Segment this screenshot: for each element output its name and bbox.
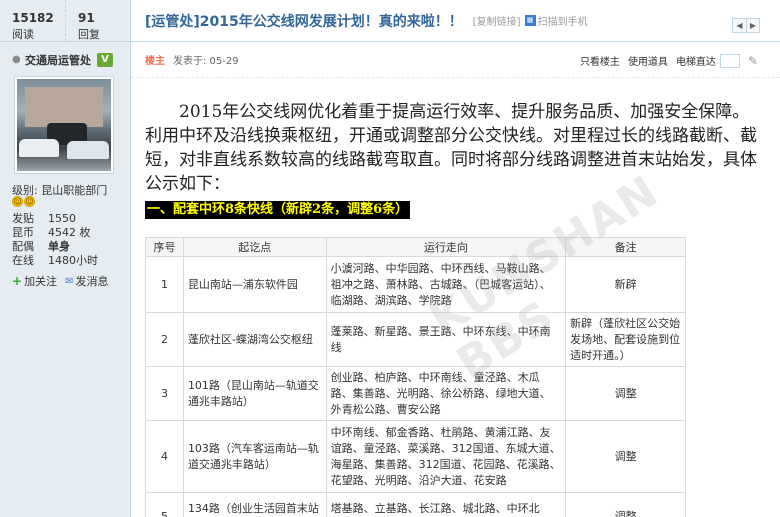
cell-no: 5	[145, 492, 184, 517]
op-label: 楼主	[145, 56, 165, 67]
smiley-icon: ☺	[12, 196, 23, 207]
cell-no: 2	[145, 312, 184, 367]
replies-label: 回复	[78, 28, 100, 41]
post-content: 2015年公交线网优化着重于提高运行效率、提升服务品质、加强安全保障。利用中环及…	[145, 100, 765, 220]
thread-nav: ◀ ▶	[732, 18, 760, 33]
follow-button[interactable]: + 加关注	[12, 273, 57, 289]
table-row: 4 103路（汽车客运南站—轨道交通兆丰路站） 中环南线、郁金香路、杜鹃路、黄浦…	[145, 420, 686, 493]
cell-ends: 134路（创业生活园首末站—汽车客运北站—昆山南站	[182, 492, 327, 517]
author-header: ● 交通局运管处 V	[0, 42, 130, 68]
cell-ends: 蓬欣社区-蝶湖湾公交枢纽	[182, 312, 327, 367]
profile-info: 发贴 1550 昆币 4542 枚 配偶 单身 在线 1480小时	[12, 212, 98, 268]
table-row: 3 101路（昆山南站—轨道交通兆丰路站） 创业路、柏庐路、中环南线、童泾路、木…	[145, 366, 686, 421]
col-header: 序号	[145, 237, 184, 257]
profile-key: 在线	[12, 254, 34, 267]
col-header: 运行走向	[325, 237, 567, 257]
cell-no: 3	[145, 366, 184, 421]
profile-row: 发贴 1550	[12, 212, 98, 226]
table-row: 2 蓬欣社区-蝶湖湾公交枢纽 蓬莱路、新星路、景王路、中环东线、中环南线 新辟（…	[145, 312, 686, 367]
profile-value: 1550	[48, 212, 76, 225]
cell-route: 创业路、柏庐路、中环南线、童泾路、木瓜路、集善路、光明路、徐公桥路、绿地大道、外…	[325, 366, 567, 421]
cell-ends: 101路（昆山南站—轨道交通兆丰路站）	[182, 366, 327, 421]
cell-route: 塔基路、立基路、长江路、城北路、中环北线、青阳西路、东华圆路、人民南路	[325, 492, 567, 517]
post-paragraph: 2015年公交线网优化着重于提高运行效率、提升服务品质、加强安全保障。利用中环及…	[145, 102, 757, 194]
plus-icon: +	[12, 274, 23, 288]
pen-icon[interactable]: ✎	[748, 54, 758, 68]
author-sidebar: 15182 阅读 91 回复 ● 交通局运管处 V 级别: 昆山职能部门 ☺ ☺…	[0, 0, 131, 517]
goto-floor-label: 电梯直达	[675, 57, 716, 68]
cell-note: 新辟	[565, 256, 686, 313]
profile-value: 单身	[48, 240, 70, 253]
avatar-image	[17, 79, 111, 171]
verified-badge: V	[97, 52, 113, 67]
profile-value: 1480小时	[48, 254, 98, 267]
profile-key: 发贴	[12, 212, 34, 225]
message-label: 发消息	[75, 275, 109, 288]
avatar[interactable]	[14, 76, 114, 174]
post-date: 发表于: 05-29	[173, 56, 239, 67]
table-header-row: 序号 起讫点 运行走向 备注	[145, 237, 686, 257]
post-tools: 只看楼主 使用道具 电梯直达 ✎	[580, 53, 758, 68]
profile-row: 配偶 单身	[12, 240, 98, 254]
cell-no: 4	[145, 420, 184, 493]
section-heading: 一、配套中环8条快线（新辟2条，调整6条）	[145, 201, 411, 219]
scan-to-phone-button[interactable]: ▦ 扫描到手机	[524, 13, 588, 28]
profile-key: 昆币	[12, 226, 34, 239]
goto-floor-input[interactable]	[719, 53, 740, 68]
message-button[interactable]: ✉ 发消息	[65, 273, 108, 289]
profile-row: 在线 1480小时	[12, 254, 98, 268]
cell-ends: 103路（汽车客运南站—轨道交通兆丰路站）	[182, 420, 327, 493]
replies-count: 91	[78, 11, 95, 25]
qr-icon: ▦	[524, 15, 536, 26]
views-count: 15182	[12, 11, 54, 25]
cell-note: 新辟（蓬欣社区公交始发场地、配套设施到位适时开通。）	[565, 312, 686, 367]
col-header: 起讫点	[182, 237, 327, 257]
rank-stars: ☺ ☺	[12, 196, 35, 207]
cell-ends: 昆山南站—浦东软件园	[182, 256, 327, 313]
cell-route: 蓬莱路、新星路、景王路、中环东线、中环南线	[325, 312, 567, 367]
scan-to-phone-label: 扫描到手机	[537, 17, 588, 28]
cell-note: 调整	[565, 492, 686, 517]
user-icon: ●	[12, 53, 21, 65]
post-meta: 楼主 发表于: 05-29 只看楼主 使用道具 电梯直达 ✎	[131, 42, 780, 78]
col-header: 备注	[565, 237, 686, 257]
cell-note: 调整	[565, 366, 686, 421]
post-main: [运管处]2015年公交线网发展计划！真的来啦！！ [复制链接] ▦ 扫描到手机…	[131, 0, 780, 517]
cell-route: 中环南线、郁金香路、杜鹃路、黄浦江路、友谊路、童泾路、菜溪路、312国道、东城大…	[325, 420, 567, 493]
follow-label: 加关注	[24, 275, 58, 288]
author-name[interactable]: 交通局运管处	[25, 52, 91, 68]
cell-note: 调整	[565, 420, 686, 493]
smiley-icon: ☺	[24, 196, 35, 207]
thread-titlebar: [运管处]2015年公交线网发展计划！真的来啦！！ [复制链接] ▦ 扫描到手机…	[131, 0, 780, 42]
copy-link-button[interactable]: [复制链接]	[473, 13, 521, 28]
profile-row: 昆币 4542 枚	[12, 226, 98, 240]
next-thread-button[interactable]: ▶	[746, 19, 759, 32]
only-op-link[interactable]: 只看楼主	[580, 53, 620, 68]
prev-thread-button[interactable]: ◀	[733, 19, 746, 32]
envelope-icon: ✉	[65, 275, 74, 287]
table-row: 1 昆山南站—浦东软件园 小澞河路、中华园路、中环西线、马鞍山路、祖冲之路、萧林…	[145, 256, 686, 313]
route-table: 序号 起讫点 运行走向 备注 1 昆山南站—浦东软件园 小澞河路、中华园路、中环…	[145, 237, 686, 517]
author-actions: + 加关注 ✉ 发消息	[12, 273, 108, 289]
thread-stats: 15182 阅读 91 回复	[0, 0, 130, 42]
profile-key: 配偶	[12, 240, 34, 253]
replies-stat: 91 回复	[65, 0, 130, 41]
profile-value: 4542 枚	[48, 226, 91, 239]
cell-route: 小澞河路、中华园路、中环西线、马鞍山路、祖冲之路、萧林路、古城路、（巴城客运站）…	[325, 256, 567, 313]
cell-no: 1	[145, 256, 184, 313]
thread-title: [运管处]2015年公交线网发展计划！真的来啦！！	[145, 13, 463, 30]
views-stat: 15182 阅读	[0, 0, 65, 41]
table-row: 5 134路（创业生活园首末站—汽车客运北站—昆山南站 塔基路、立基路、长江路、…	[145, 492, 686, 517]
use-item-link[interactable]: 使用道具	[628, 53, 668, 68]
views-label: 阅读	[12, 28, 34, 41]
